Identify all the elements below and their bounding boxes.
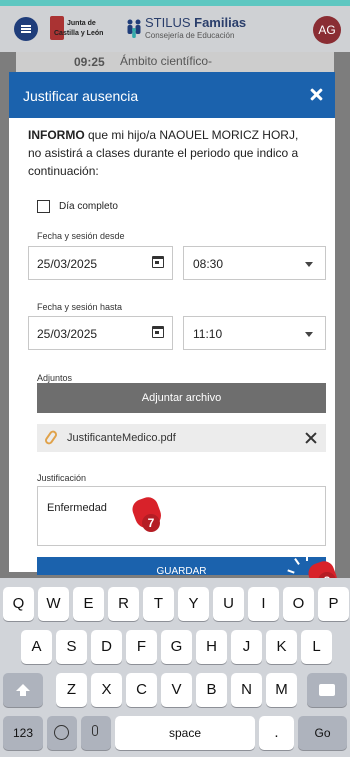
menu-icon-line: [21, 25, 31, 27]
menu-icon-line: [21, 28, 31, 30]
to-date-value: 25/03/2025: [37, 327, 98, 341]
key-i[interactable]: I: [248, 587, 279, 621]
brand-name-bold: Familias: [194, 15, 247, 30]
chevron-down-icon: [305, 332, 313, 337]
background-schedule-row: 09:25 Ámbito científico-: [16, 52, 334, 72]
key-c[interactable]: C: [126, 673, 157, 707]
backspace-key[interactable]: [307, 673, 347, 707]
key-t[interactable]: T: [143, 587, 174, 621]
tap-ray: [118, 494, 124, 501]
key-n[interactable]: N: [231, 673, 262, 707]
from-date-value: 25/03/2025: [37, 257, 98, 271]
attach-file-button[interactable]: Adjuntar archivo: [37, 383, 326, 413]
tap-number-badge: 7: [142, 514, 160, 532]
dictation-key[interactable]: [81, 716, 111, 750]
from-date-field[interactable]: 25/03/2025: [28, 246, 173, 280]
key-j[interactable]: J: [231, 630, 262, 664]
inform-bold: INFORMO: [28, 128, 85, 142]
remove-file-icon[interactable]: [304, 431, 318, 445]
attachments-label: Adjuntos: [37, 373, 73, 383]
from-session-value: 08:30: [193, 257, 224, 271]
tap-ray: [110, 505, 118, 510]
menu-button[interactable]: [14, 17, 38, 41]
schedule-time: 09:25: [74, 55, 105, 69]
justification-label: Justificación: [37, 473, 87, 483]
microphone-icon: [92, 725, 98, 736]
key-x[interactable]: X: [91, 673, 122, 707]
justification-textarea[interactable]: Enfermedad: [37, 486, 326, 546]
key-l[interactable]: L: [301, 630, 332, 664]
schedule-subject: Ámbito científico-: [120, 54, 213, 68]
tap-ray: [294, 558, 300, 565]
key-y[interactable]: Y: [178, 587, 209, 621]
space-key[interactable]: space: [115, 716, 255, 750]
attached-file-name[interactable]: JustificanteMedico.pdf: [67, 432, 176, 444]
logo-line-2: Castilla y León: [54, 30, 104, 37]
key-b[interactable]: B: [196, 673, 227, 707]
globe-key[interactable]: [47, 716, 77, 750]
menu-icon-line: [21, 31, 31, 33]
full-day-checkbox[interactable]: [37, 200, 50, 213]
key-w[interactable]: W: [38, 587, 69, 621]
key-q[interactable]: Q: [3, 587, 34, 621]
tap-marker-7: 7: [110, 490, 172, 537]
tap-ray: [306, 554, 308, 561]
numbers-key[interactable]: 123: [3, 716, 43, 750]
brand: STILUS Familias Consejería de Educación: [145, 15, 246, 40]
save-button[interactable]: GUARDAR: [37, 557, 326, 575]
user-avatar[interactable]: AG: [313, 16, 341, 44]
justification-value: Enfermedad: [47, 502, 107, 514]
key-p[interactable]: P: [318, 587, 349, 621]
calendar-icon[interactable]: [152, 326, 164, 338]
dialog-title: Justificar ausencia: [23, 88, 139, 104]
key-u[interactable]: U: [213, 587, 244, 621]
brand-name: STILUS Familias: [145, 15, 246, 30]
period-key[interactable]: .: [259, 716, 294, 750]
from-session-select[interactable]: 08:30: [183, 246, 326, 280]
key-z[interactable]: Z: [56, 673, 87, 707]
on-screen-keyboard: Q W E R T Y U I O P A S D F G H J K L Z …: [0, 578, 350, 757]
key-a[interactable]: A: [21, 630, 52, 664]
to-session-select[interactable]: 11:10: [183, 316, 326, 350]
calendar-icon[interactable]: [152, 256, 164, 268]
family-icon: [127, 19, 141, 38]
backspace-icon: [319, 684, 335, 696]
logo-line-1: Junta de: [67, 20, 96, 27]
from-label: Fecha y sesión desde: [37, 231, 125, 241]
app-header: Junta de Castilla y León STILUS Familias…: [0, 6, 350, 52]
key-k[interactable]: K: [266, 630, 297, 664]
key-d[interactable]: D: [91, 630, 122, 664]
key-v[interactable]: V: [161, 673, 192, 707]
key-r[interactable]: R: [108, 587, 139, 621]
tap-ray: [130, 490, 132, 497]
junta-logo: Junta de Castilla y León: [50, 14, 120, 44]
close-icon[interactable]: [307, 86, 325, 104]
brand-name-regular: STILUS: [145, 15, 191, 30]
attached-file-item: JustificanteMedico.pdf: [37, 424, 326, 452]
shift-icon: [16, 684, 30, 696]
globe-icon: [54, 725, 69, 740]
brand-subtitle: Consejería de Educación: [145, 31, 235, 40]
key-h[interactable]: H: [196, 630, 227, 664]
go-key[interactable]: Go: [298, 716, 347, 750]
key-s[interactable]: S: [56, 630, 87, 664]
key-o[interactable]: O: [283, 587, 314, 621]
paperclip-icon: [43, 429, 59, 446]
key-g[interactable]: G: [161, 630, 192, 664]
to-date-field[interactable]: 25/03/2025: [28, 316, 173, 350]
key-e[interactable]: E: [73, 587, 104, 621]
full-day-label: Día completo: [59, 201, 118, 212]
key-m[interactable]: M: [266, 673, 297, 707]
to-label: Fecha y sesión hasta: [37, 302, 123, 312]
shift-key[interactable]: [3, 673, 43, 707]
dialog-header: Justificar ausencia: [9, 72, 335, 118]
key-f[interactable]: F: [126, 630, 157, 664]
to-session-value: 11:10: [193, 327, 223, 341]
inform-text: INFORMO que mi hijo/a NAOUEL MORICZ HORJ…: [28, 126, 313, 180]
chevron-down-icon: [305, 262, 313, 267]
